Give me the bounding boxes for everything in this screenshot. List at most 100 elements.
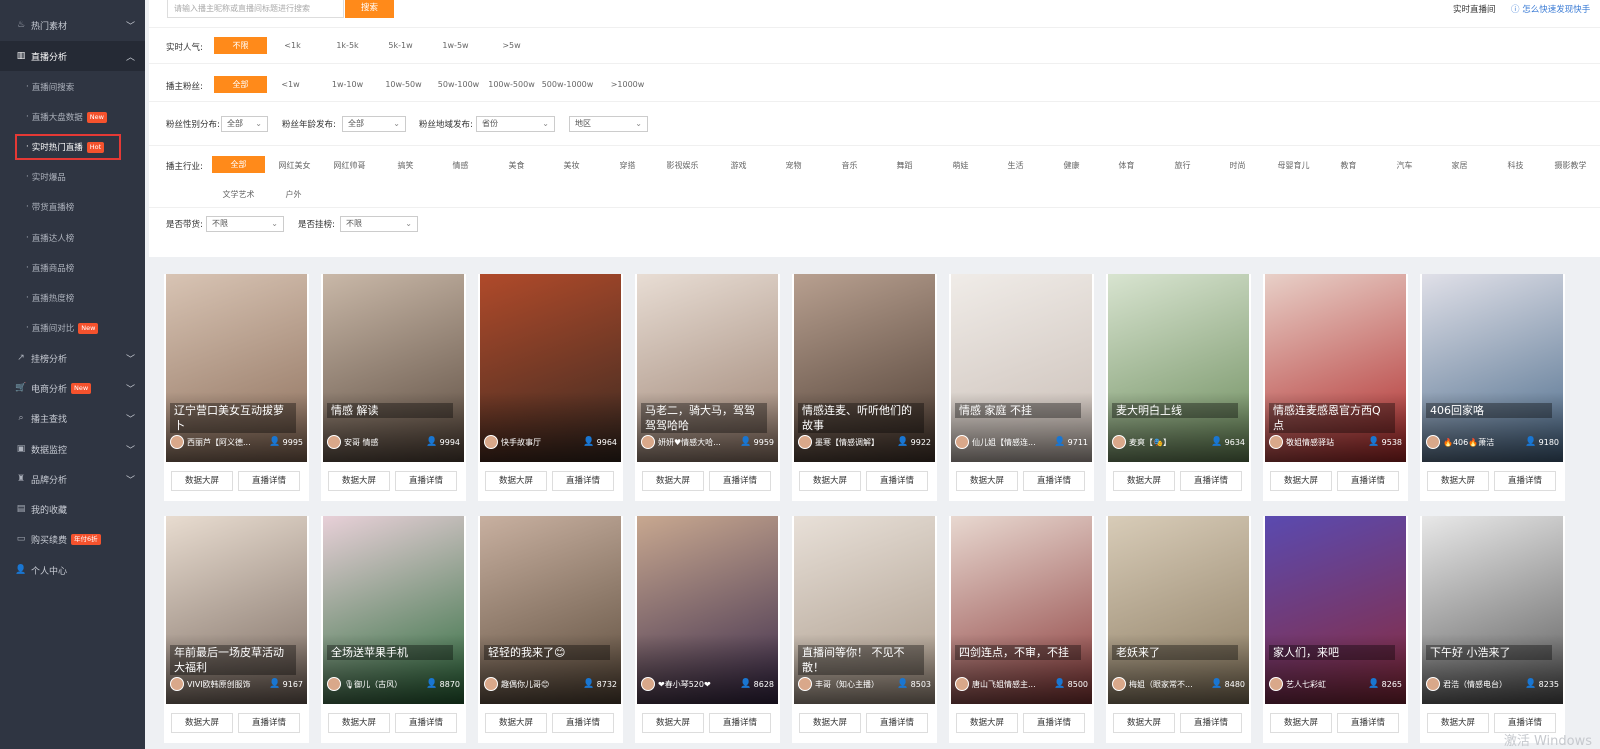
age-select[interactable]: 全部 ⌄: [342, 116, 406, 132]
data-screen-button[interactable]: 数据大屏: [1427, 713, 1489, 733]
live-room-card[interactable]: 情感连麦、听听他们的故事 墨寒【情感调解】 👤 9922 数据大屏 直播详情: [792, 274, 937, 501]
sidebar-subitem-8[interactable]: · 直播间对比 New: [0, 313, 145, 343]
live-cover-image[interactable]: 老妖来了 梅姐（眼家常不... 👤 8480: [1108, 516, 1249, 704]
data-screen-button[interactable]: 数据大屏: [799, 471, 861, 491]
industry-option[interactable]: 宠物: [767, 160, 820, 171]
live-detail-button[interactable]: 直播详情: [866, 713, 928, 733]
industry-option[interactable]: 文学艺术: [212, 189, 265, 200]
live-detail-button[interactable]: 直播详情: [866, 471, 928, 491]
region-select[interactable]: 地区 ⌄: [569, 116, 648, 132]
selling-select[interactable]: 不限 ⌄: [206, 216, 284, 232]
ranking-select[interactable]: 不限 ⌄: [340, 216, 418, 232]
live-cover-image[interactable]: 辽宁营口美女互动拔萝卜 西丽芦【阿义德... 👤 9995: [166, 274, 307, 462]
sidebar-subitem-3[interactable]: · 实时爆品: [0, 162, 145, 192]
search-input[interactable]: 请输入播主昵称或直播间标题进行搜索: [167, 0, 344, 18]
data-screen-button[interactable]: 数据大屏: [485, 471, 547, 491]
data-screen-button[interactable]: 数据大屏: [1113, 471, 1175, 491]
sidebar-item-0[interactable]: ♨ 热门素材 ﹀: [0, 10, 145, 40]
live-cover-image[interactable]: 年前最后一场皮草活动大福利 VIVI欧韩原创服饰 👤 9167: [166, 516, 307, 704]
industry-option[interactable]: 汽车: [1378, 160, 1431, 171]
popularity-option[interactable]: 1w-5w: [429, 41, 482, 50]
live-cover-image[interactable]: 家人们，来吧 艺人七彩虹 👤 8265: [1265, 516, 1406, 704]
live-room-card[interactable]: 辽宁营口美女互动拔萝卜 西丽芦【阿义德... 👤 9995 数据大屏 直播详情: [164, 274, 309, 501]
live-room-card[interactable]: 情感 解读 安哥 情感 👤 9994 数据大屏 直播详情: [321, 274, 466, 501]
industry-option[interactable]: 情感: [434, 160, 487, 171]
industry-option[interactable]: 户外: [267, 189, 320, 200]
sidebar-subitem-7[interactable]: · 直播热度榜: [0, 283, 145, 313]
data-screen-button[interactable]: 数据大屏: [799, 713, 861, 733]
sidebar-item-2[interactable]: ↗ 挂榜分析 ﹀: [0, 343, 145, 373]
industry-option[interactable]: 家居: [1433, 160, 1486, 171]
data-screen-button[interactable]: 数据大屏: [485, 713, 547, 733]
live-cover-image[interactable]: 情感连麦感恩官方西Q点 敬姐情感驿站 👤 9538: [1265, 274, 1406, 462]
data-screen-button[interactable]: 数据大屏: [1270, 471, 1332, 491]
live-cover-image[interactable]: 麦大明白上线 麦爽【🎭】 👤 9634: [1108, 274, 1249, 462]
live-detail-button[interactable]: 直播详情: [395, 713, 457, 733]
live-detail-button[interactable]: 直播详情: [552, 713, 614, 733]
sidebar-subitem-4[interactable]: · 带货直播榜: [0, 192, 145, 222]
live-room-card[interactable]: 直播间等你！ 不见不散！ 丰哥（知心主播） 👤 8503 数据大屏 直播详情: [792, 516, 937, 743]
live-detail-button[interactable]: 直播详情: [238, 713, 300, 733]
sidebar-item-6[interactable]: ♜ 品牌分析 ﹀: [0, 464, 145, 494]
live-detail-button[interactable]: 直播详情: [238, 471, 300, 491]
sidebar-item-3[interactable]: 🛒 电商分析 New ﹀: [0, 373, 145, 403]
industry-option[interactable]: 摄影教学: [1544, 160, 1597, 171]
live-detail-button[interactable]: 直播详情: [1337, 471, 1399, 491]
live-detail-button[interactable]: 直播详情: [1023, 471, 1085, 491]
live-room-card[interactable]: ❤春小琴520❤ 👤 8628 数据大屏 直播详情: [635, 516, 780, 743]
live-room-card[interactable]: 快手故事厅 👤 9964 数据大屏 直播详情: [478, 274, 623, 501]
live-room-card[interactable]: 轻轻的我来了😊 趣偶你儿哥😊 👤 8732 数据大屏 直播详情: [478, 516, 623, 743]
data-screen-button[interactable]: 数据大屏: [171, 471, 233, 491]
industry-option[interactable]: 母婴育儿: [1267, 160, 1320, 171]
sidebar-subitem-5[interactable]: · 直播达人榜: [0, 223, 145, 253]
live-room-card[interactable]: 老妖来了 梅姐（眼家常不... 👤 8480 数据大屏 直播详情: [1106, 516, 1251, 743]
live-cover-image[interactable]: 快手故事厅 👤 9964: [480, 274, 621, 462]
live-detail-button[interactable]: 直播详情: [395, 471, 457, 491]
industry-option[interactable]: 生活: [989, 160, 1042, 171]
sidebar-item-1[interactable]: ▥ 直播分析 ︿: [0, 41, 145, 71]
data-screen-button[interactable]: 数据大屏: [1113, 713, 1175, 733]
popularity-option[interactable]: 1k-5k: [321, 41, 374, 50]
data-screen-button[interactable]: 数据大屏: [328, 713, 390, 733]
fans-option[interactable]: 50w-100w: [432, 80, 485, 89]
sidebar-subitem-6[interactable]: · 直播商品榜: [0, 253, 145, 283]
popularity-option[interactable]: 不限: [214, 37, 267, 54]
data-screen-button[interactable]: 数据大屏: [956, 713, 1018, 733]
fans-option[interactable]: 10w-50w: [377, 80, 430, 89]
popularity-option[interactable]: 5k-1w: [374, 41, 427, 50]
fans-option[interactable]: 500w-1000w: [541, 80, 594, 89]
sidebar-item-7[interactable]: ▤ 我的收藏: [0, 494, 145, 524]
realtime-live-link[interactable]: 实时直播间: [1453, 3, 1496, 15]
live-room-card[interactable]: 家人们，来吧 艺人七彩虹 👤 8265 数据大屏 直播详情: [1263, 516, 1408, 743]
live-detail-button[interactable]: 直播详情: [1337, 713, 1399, 733]
live-room-card[interactable]: 马老二，骑大马，驾驾驾驾哈哈 妍妍♥情感大哈... 👤 9959 数据大屏 直播详情: [635, 274, 780, 501]
live-detail-button[interactable]: 直播详情: [1180, 471, 1242, 491]
industry-option[interactable]: 游戏: [712, 160, 765, 171]
fans-option[interactable]: 1w-10w: [321, 80, 374, 89]
live-room-card[interactable]: 全场送苹果手机 🎙御儿（古风） 👤 8870 数据大屏 直播详情: [321, 516, 466, 743]
sidebar-subitem-1[interactable]: · 直播大盘数据 New: [0, 102, 145, 132]
live-cover-image[interactable]: 全场送苹果手机 🎙御儿（古风） 👤 8870: [323, 516, 464, 704]
live-room-card[interactable]: 麦大明白上线 麦爽【🎭】 👤 9634 数据大屏 直播详情: [1106, 274, 1251, 501]
live-room-card[interactable]: 406回家咯 🔥406🔥萧洁 👤 9180 数据大屏 直播详情: [1420, 274, 1565, 501]
live-detail-button[interactable]: 直播详情: [1180, 713, 1242, 733]
live-cover-image[interactable]: 四剑连点，不审，不挂 唐山飞姐情感主... 👤 8500: [951, 516, 1092, 704]
data-screen-button[interactable]: 数据大屏: [1270, 713, 1332, 733]
sidebar-item-8[interactable]: ▭ 购买续费 年付6折: [0, 524, 145, 554]
live-cover-image[interactable]: ❤春小琴520❤ 👤 8628: [637, 516, 778, 704]
industry-option[interactable]: 美食: [490, 160, 543, 171]
sidebar-subitem-0[interactable]: · 直播间搜索: [0, 72, 145, 102]
live-room-card[interactable]: 情感连麦感恩官方西Q点 敬姐情感驿站 👤 9538 数据大屏 直播详情: [1263, 274, 1408, 501]
gender-select[interactable]: 全部 ⌄: [221, 116, 268, 132]
industry-option[interactable]: 影视娱乐: [656, 160, 709, 171]
industry-option[interactable]: 音乐: [823, 160, 876, 171]
live-detail-button[interactable]: 直播详情: [1494, 471, 1556, 491]
data-screen-button[interactable]: 数据大屏: [1427, 471, 1489, 491]
data-screen-button[interactable]: 数据大屏: [328, 471, 390, 491]
industry-option[interactable]: 穿搭: [601, 160, 654, 171]
live-room-card[interactable]: 下午好 小浩来了 君浩（情感电台） 👤 8235 数据大屏 直播详情: [1420, 516, 1565, 743]
industry-option[interactable]: 科技: [1489, 160, 1542, 171]
popularity-option[interactable]: <1k: [266, 41, 319, 50]
help-link[interactable]: ⓘ 怎么快速发现快手: [1511, 3, 1590, 15]
live-cover-image[interactable]: 马老二，骑大马，驾驾驾驾哈哈 妍妍♥情感大哈... 👤 9959: [637, 274, 778, 462]
